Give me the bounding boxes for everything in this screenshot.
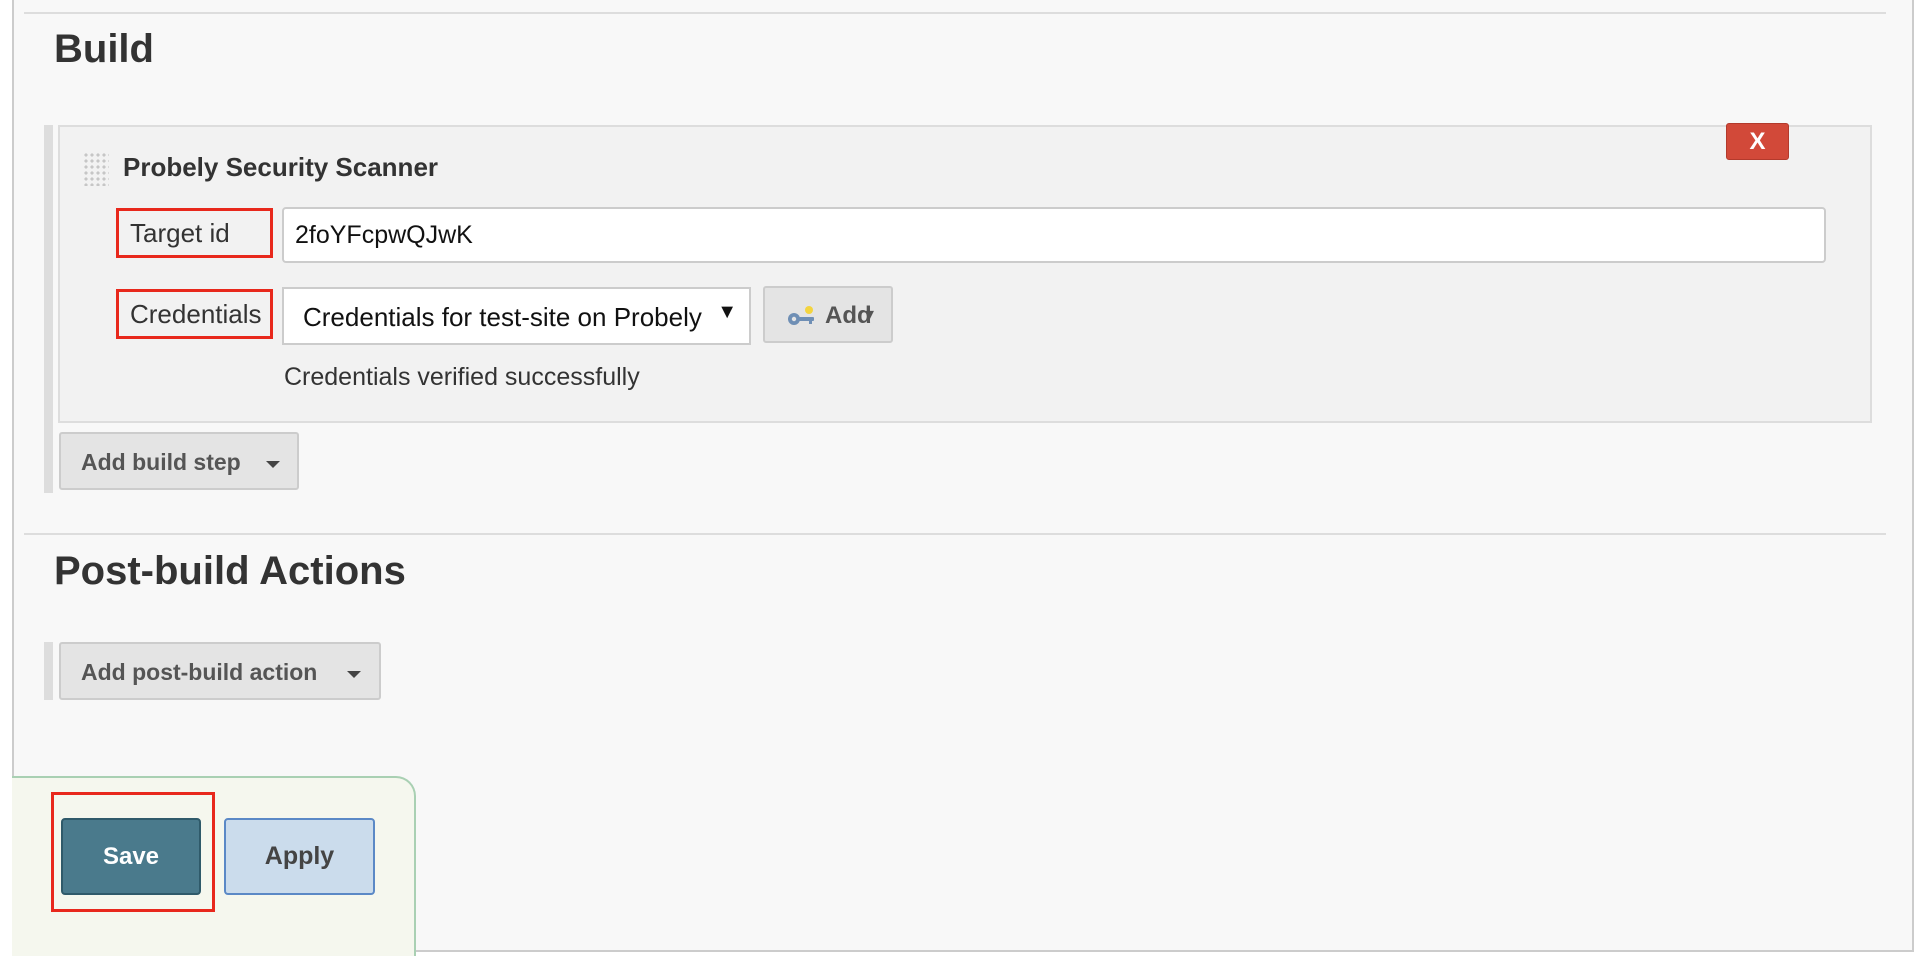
post-build-section-title: Post-build Actions	[54, 549, 406, 593]
credentials-status: Credentials verified successfully	[284, 363, 640, 391]
delete-step-button[interactable]: X	[1726, 123, 1789, 160]
chevron-down-icon: ▾	[865, 304, 875, 324]
save-button[interactable]: Save	[61, 818, 201, 895]
add-post-build-action-label: Add post-build action	[81, 659, 318, 685]
add-build-step-label: Add build step	[81, 449, 241, 475]
post-build-bar	[44, 642, 53, 700]
add-credentials-button[interactable]: Add ▾	[763, 286, 893, 343]
apply-button[interactable]: Apply	[224, 818, 375, 895]
build-steps-bar	[44, 125, 53, 493]
target-id-input[interactable]	[282, 207, 1826, 263]
drag-handle-icon[interactable]	[83, 152, 109, 186]
add-build-step-button[interactable]: Add build step	[59, 432, 299, 490]
target-id-label: Target id	[116, 208, 273, 258]
credentials-selected-value: Credentials for test-site on Probely	[303, 302, 702, 332]
build-section-title: Build	[54, 27, 154, 71]
add-post-build-action-button[interactable]: Add post-build action	[59, 642, 381, 700]
section-divider	[24, 12, 1886, 14]
key-icon	[788, 306, 814, 325]
chevron-down-icon	[266, 461, 280, 468]
select-arrow-icon: ▼	[717, 301, 737, 323]
credentials-label: Credentials	[116, 289, 273, 339]
credentials-select[interactable]: Credentials for test-site on Probely ▼	[282, 287, 751, 345]
build-step-title: Probely Security Scanner	[123, 152, 439, 182]
chevron-down-icon	[347, 671, 361, 678]
section-divider	[24, 533, 1886, 535]
